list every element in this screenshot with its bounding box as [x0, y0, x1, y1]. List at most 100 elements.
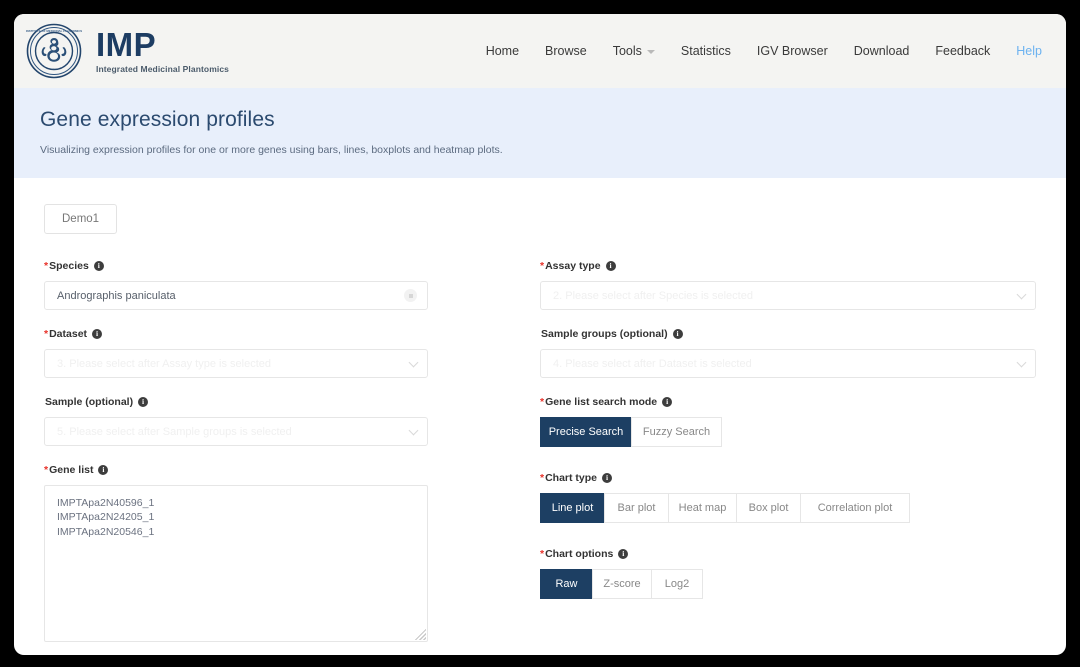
field-label: * Assay type i — [540, 260, 1036, 272]
field-label: * Gene list i — [44, 464, 428, 476]
page-description: Visualizing expression profiles for one … — [40, 144, 503, 156]
label-text: Chart options — [545, 548, 614, 560]
nav-item-help[interactable]: Help — [1016, 44, 1042, 58]
field-dataset: * Dataset i 3. Please select after Assay… — [44, 328, 428, 378]
info-icon[interactable]: i — [138, 397, 149, 407]
nav-item-download[interactable]: Download — [854, 44, 910, 58]
chart-options-segmented-control: Raw Z-score Log2 — [540, 569, 1036, 599]
top-navbar: INSTITUTE OF MEDICINAL PLANTOMICS IMP In… — [14, 14, 1066, 88]
info-icon[interactable]: i — [672, 329, 683, 339]
field-label: * Chart type i — [540, 472, 1036, 484]
page-title: Gene expression profiles — [40, 108, 275, 131]
field-gene-list: * Gene list i IMPTApa2N40596_1 IMPTApa2N… — [44, 464, 428, 642]
field-species: * Species i Andrographis paniculata — [44, 260, 428, 310]
label-text: Gene list search mode — [545, 396, 658, 408]
chart-type-segmented-control: Line plot Bar plot Heat map Box plot Cor… — [540, 493, 1036, 523]
nav-links: Home Browse Tools Statistics IGV Browser… — [486, 44, 1048, 58]
field-label: Sample groups (optional) i — [540, 328, 1036, 340]
required-asterisk: * — [540, 548, 545, 560]
info-icon[interactable]: i — [602, 473, 613, 483]
chart-options-option-log2[interactable]: Log2 — [651, 569, 703, 599]
form-content: Demo1 * Species i Andrographis paniculat… — [14, 178, 1066, 655]
chart-options-option-raw[interactable]: Raw — [540, 569, 592, 599]
field-label: * Dataset i — [44, 328, 428, 340]
field-chart-options: * Chart options i Raw Z-score Log2 — [540, 548, 1036, 599]
field-label: * Chart options i — [540, 548, 1036, 560]
info-icon[interactable]: i — [98, 465, 109, 475]
required-asterisk: * — [540, 472, 545, 484]
nav-item-igv-browser[interactable]: IGV Browser — [757, 44, 828, 58]
page-banner: Gene expression profiles Visualizing exp… — [14, 88, 1066, 178]
required-asterisk: * — [540, 260, 545, 272]
nav-item-tools[interactable]: Tools — [613, 44, 655, 58]
nav-item-label: Download — [853, 44, 910, 58]
nav-item-browse[interactable]: Browse — [545, 44, 587, 58]
info-icon[interactable]: i — [605, 261, 616, 271]
nav-item-label: Browse — [545, 44, 587, 58]
label-text: Sample (optional) — [45, 396, 134, 408]
dataset-select[interactable]: 3. Please select after Assay type is sel… — [44, 349, 428, 378]
label-text: Dataset — [49, 328, 88, 340]
circular-seal-logo-icon: INSTITUTE OF MEDICINAL PLANTOMICS — [26, 23, 82, 79]
form-column-right: * Assay type i 2. Please select after Sp… — [540, 260, 1036, 655]
sample-groups-select[interactable]: 4. Please select after Dataset is select… — [540, 349, 1036, 378]
chevron-down-icon[interactable] — [1016, 357, 1027, 367]
sample-groups-placeholder: 4. Please select after Dataset is select… — [553, 357, 752, 370]
search-mode-option-precise[interactable]: Precise Search — [540, 417, 631, 447]
nav-item-statistics[interactable]: Statistics — [681, 44, 731, 58]
nav-item-label: Statistics — [680, 44, 731, 58]
nav-item-label: Feedback — [935, 44, 991, 58]
chevron-down-icon[interactable] — [408, 357, 419, 367]
assay-type-select[interactable]: 2. Please select after Species is select… — [540, 281, 1036, 310]
form-column-left: * Species i Andrographis paniculata * Da… — [44, 260, 540, 655]
label-text: Sample groups (optional) — [541, 328, 668, 340]
required-asterisk: * — [44, 260, 49, 272]
required-asterisk: * — [44, 328, 49, 340]
required-asterisk: * — [44, 464, 49, 476]
field-sample-groups: Sample groups (optional) i 4. Please sel… — [540, 328, 1036, 378]
clear-circle-icon[interactable] — [404, 289, 417, 302]
label-text: Chart type — [545, 472, 598, 484]
chart-options-option-z-score[interactable]: Z-score — [592, 569, 651, 599]
label-text: Species — [49, 260, 89, 272]
nav-item-label: Tools — [612, 44, 642, 58]
brand-title: IMP — [96, 26, 157, 64]
form-columns: * Species i Andrographis paniculata * Da… — [44, 260, 1036, 655]
info-icon[interactable]: i — [618, 549, 629, 559]
chart-type-option-bar-plot[interactable]: Bar plot — [604, 493, 668, 523]
chart-type-option-box-plot[interactable]: Box plot — [736, 493, 800, 523]
field-label: * Gene list search mode i — [540, 396, 1036, 408]
nav-item-label: Help — [1016, 44, 1042, 58]
chevron-down-icon[interactable] — [408, 425, 419, 435]
info-icon[interactable]: i — [662, 397, 673, 407]
chart-type-option-correlation-plot[interactable]: Correlation plot — [800, 493, 910, 523]
brand-subtitle: Integrated Medicinal Plantomics — [96, 64, 229, 75]
chevron-down-icon[interactable] — [1016, 289, 1027, 299]
gene-list-wrapper: IMPTApa2N40596_1 IMPTApa2N24205_1 IMPTAp… — [44, 485, 428, 642]
required-asterisk: * — [540, 396, 545, 408]
field-assay-type: * Assay type i 2. Please select after Sp… — [540, 260, 1036, 310]
field-label: Sample (optional) i — [44, 396, 428, 408]
nav-item-feedback[interactable]: Feedback — [935, 44, 990, 58]
brand-logo[interactable]: INSTITUTE OF MEDICINAL PLANTOMICS IMP In… — [26, 23, 229, 79]
field-label: * Species i — [44, 260, 428, 272]
sample-select[interactable]: 5. Please select after Sample groups is … — [44, 417, 428, 446]
chart-type-option-line-plot[interactable]: Line plot — [540, 493, 604, 523]
demo-row: Demo1 — [44, 204, 1036, 234]
field-chart-type: * Chart type i Line plot Bar plot Heat m… — [540, 472, 1036, 523]
field-gene-list-search-mode: * Gene list search mode i Precise Search… — [540, 396, 1036, 447]
gene-list-textarea[interactable]: IMPTApa2N40596_1 IMPTApa2N24205_1 IMPTAp… — [44, 485, 428, 642]
browser-page: INSTITUTE OF MEDICINAL PLANTOMICS IMP In… — [14, 14, 1066, 655]
search-mode-option-fuzzy[interactable]: Fuzzy Search — [631, 417, 722, 447]
info-icon[interactable]: i — [92, 329, 103, 339]
nav-item-home[interactable]: Home — [486, 44, 519, 58]
species-input[interactable]: Andrographis paniculata — [44, 281, 428, 310]
field-sample: Sample (optional) i 5. Please select aft… — [44, 396, 428, 446]
assay-type-placeholder: 2. Please select after Species is select… — [553, 289, 753, 302]
demo1-button[interactable]: Demo1 — [44, 204, 118, 234]
nav-item-label: IGV Browser — [756, 44, 828, 58]
label-text: Assay type — [545, 260, 601, 272]
info-icon[interactable]: i — [93, 261, 104, 271]
chart-type-option-heat-map[interactable]: Heat map — [668, 493, 736, 523]
sample-placeholder: 5. Please select after Sample groups is … — [57, 425, 292, 438]
